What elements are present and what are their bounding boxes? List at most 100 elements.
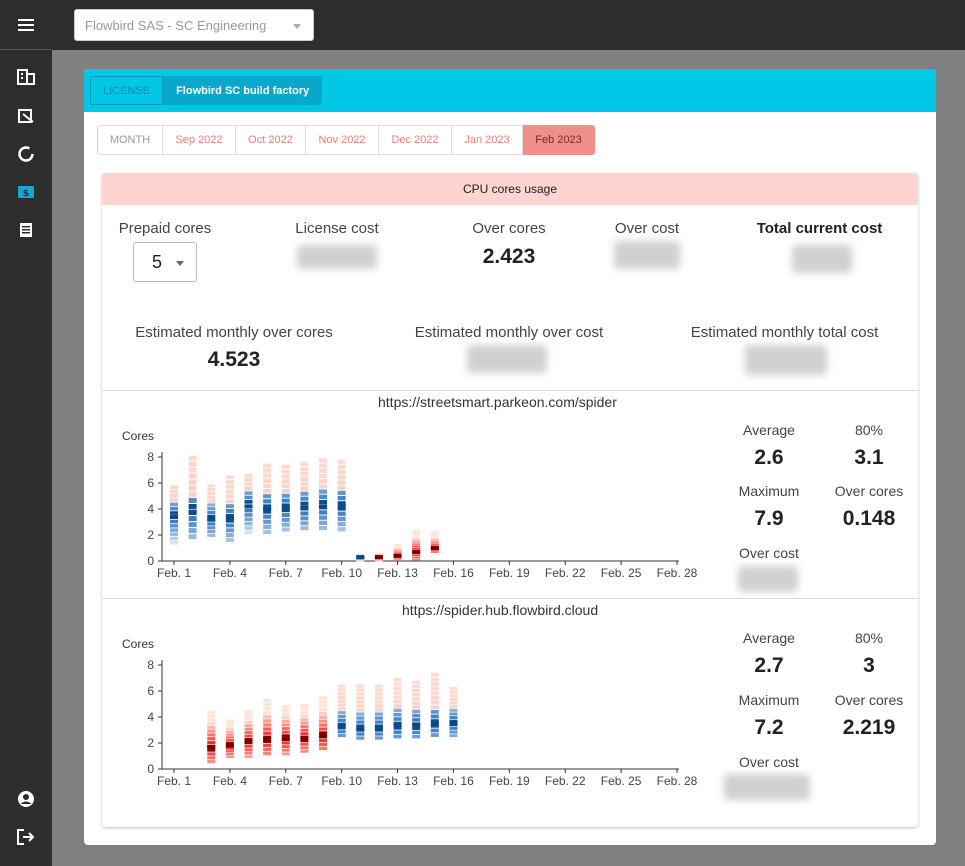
tab-sep-2022[interactable]: Sep 2022: [163, 125, 236, 155]
tab-build-factory[interactable]: Flowbird SC build factory: [163, 76, 323, 105]
usage-cell: [225, 750, 234, 753]
licenses-icon[interactable]: [16, 106, 36, 126]
total-cost-label: Total current cost: [756, 220, 883, 237]
usage-cell: [244, 720, 253, 724]
usage-cell: [393, 552, 402, 554]
invoices-icon[interactable]: [16, 220, 36, 240]
usage-cell: [412, 705, 421, 710]
divider: [102, 598, 918, 599]
maximum-label: Maximum: [738, 692, 800, 708]
over-cores-label: Over cores: [472, 220, 546, 237]
usage-cell: [430, 531, 439, 533]
usage-cell: [319, 458, 328, 463]
tab-license[interactable]: LICENSE: [90, 76, 164, 105]
usage-cell: [207, 503, 216, 507]
usage-cell: [263, 715, 272, 719]
usage-cell: [207, 510, 216, 515]
tab-dec-2022[interactable]: Dec 2022: [379, 125, 452, 155]
menu-button[interactable]: [0, 0, 52, 50]
usage-cell: [244, 517, 253, 522]
site-url: https://streetsmart.parkeon.com/spider: [378, 394, 617, 410]
usage-cell: [430, 714, 439, 719]
usage-cell: [319, 494, 328, 499]
tab-oct-2022[interactable]: Oct 2022: [236, 125, 306, 155]
usage-cell: [337, 511, 346, 516]
usage-cell: [393, 708, 402, 713]
usage-cell: [319, 731, 328, 735]
tab-nov-2022[interactable]: Nov 2022: [306, 125, 379, 155]
usage-cell: [393, 730, 402, 734]
usage-cell: [281, 745, 290, 749]
usage-cell: [319, 479, 328, 484]
usage-cell: [356, 720, 365, 724]
usage-cell: [319, 723, 328, 727]
usage-cell: [225, 528, 234, 533]
prepaid-cores-label: Prepaid cores: [118, 220, 212, 237]
usage-cell: [188, 473, 197, 479]
usage-cell: [263, 499, 272, 504]
billing-icon[interactable]: $: [16, 182, 36, 202]
x-tick-label: Feb. 25: [601, 566, 642, 577]
usage-cell: [319, 525, 328, 531]
usage-cell: [300, 704, 309, 707]
usage-cell: [393, 704, 402, 708]
usage-cell: [263, 719, 272, 723]
usage-cell: [412, 734, 421, 739]
usage-cell: [207, 759, 216, 764]
usage-cell: [319, 696, 328, 700]
tab-month[interactable]: MONTH: [97, 125, 163, 155]
usage-cell: [225, 747, 234, 750]
usage-cell: [393, 712, 402, 717]
usage-cell: [430, 700, 439, 705]
usage-cell: [374, 700, 383, 704]
usage-cell: [281, 705, 290, 709]
usage-cell: [393, 678, 402, 682]
organization-icon[interactable]: [16, 67, 36, 87]
usage-cell: [430, 551, 439, 553]
usage-cell: [393, 682, 402, 686]
usage-cell: [319, 510, 328, 515]
usage-cell: [319, 727, 328, 731]
usage-cell: [225, 499, 234, 504]
usage-chart-icon[interactable]: [16, 144, 36, 164]
usage-cell: [281, 752, 290, 756]
usage-cell: [188, 467, 197, 473]
usage-cell: [244, 486, 253, 491]
usage-cell: [281, 719, 290, 723]
usage-cell: [374, 553, 383, 555]
logout-icon[interactable]: [16, 827, 36, 847]
usage-cell: [430, 733, 439, 737]
usage-cell: [225, 753, 234, 756]
usage-cell: [207, 721, 216, 726]
usage-cell: [430, 543, 439, 546]
usage-cell: [393, 545, 402, 547]
usage-cell: [244, 521, 253, 526]
usage-cell: [207, 733, 216, 737]
median-mark: [412, 549, 421, 554]
usage-cell: [412, 701, 421, 705]
tab-feb-2023[interactable]: Feb 2023: [523, 125, 595, 155]
usage-cell: [244, 530, 253, 535]
usage-cell: [300, 481, 309, 486]
usage-cell: [281, 469, 290, 474]
usage-cell: [225, 537, 234, 542]
organization-select-value: Flowbird SAS - SC Engineering: [85, 17, 267, 33]
x-tick-label: Feb. 1: [157, 774, 191, 785]
usage-cell: [374, 720, 383, 724]
usage-cell: [188, 528, 197, 534]
organization-select[interactable]: Flowbird SAS - SC Engineering: [74, 9, 314, 41]
median-mark: [319, 734, 328, 739]
usage-cell: [225, 733, 234, 736]
license-cost-label: License cost: [295, 220, 379, 237]
usage-cell: [337, 703, 346, 707]
tab-jan-2023[interactable]: Jan 2023: [452, 125, 523, 155]
prepaid-cores-select[interactable]: 5: [133, 242, 197, 282]
usage-cell: [319, 515, 328, 520]
usage-cell: [319, 489, 328, 494]
median-mark: [225, 516, 234, 521]
y-tick-label: 8: [147, 450, 154, 464]
usage-cell: [300, 711, 309, 714]
account-icon[interactable]: [16, 789, 36, 809]
usage-cell: [207, 522, 216, 526]
p80-label: 80%: [854, 630, 884, 646]
